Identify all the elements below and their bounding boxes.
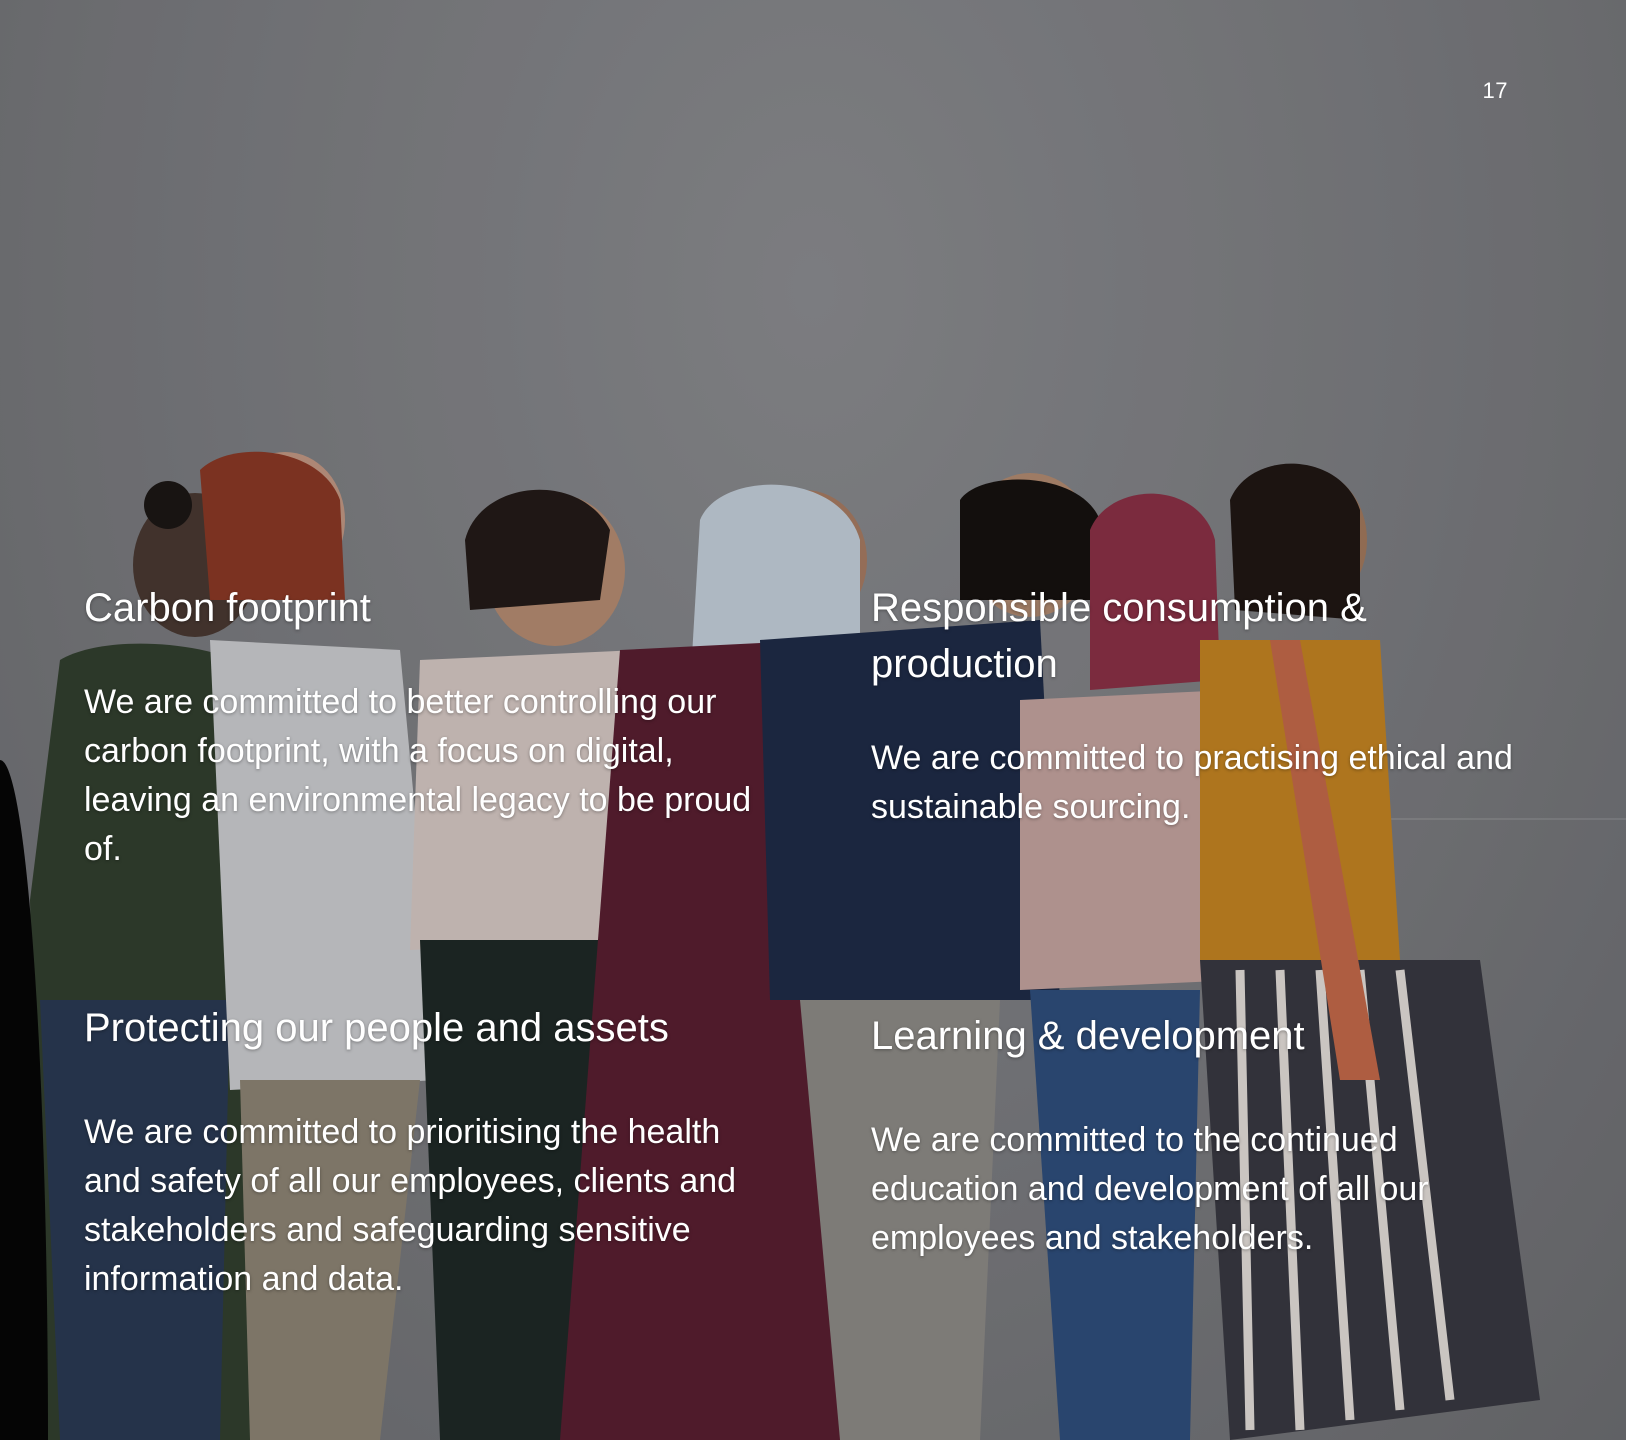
section-protecting-people: Protecting our people and assets We are … — [84, 1000, 764, 1304]
section-heading: Protecting our people and assets — [84, 1006, 669, 1050]
section-responsible-consumption: Responsible consumption & production We … — [871, 580, 1531, 832]
section-carbon-footprint: Carbon footprint We are committed to bet… — [84, 580, 764, 874]
section-heading: Learning & development — [871, 1014, 1305, 1058]
report-page: 17 Carbon footprint We are committed to … — [0, 0, 1626, 1440]
page-number: 17 — [1482, 78, 1508, 103]
section-learning-development: Learning & development We are committed … — [871, 1008, 1531, 1263]
section-heading: Carbon footprint — [84, 586, 371, 630]
section-body: We are committed to the continued educat… — [871, 1121, 1429, 1257]
section-heading: Responsible consumption & production — [871, 586, 1367, 686]
section-body: We are committed to prioritising the hea… — [84, 1113, 737, 1298]
section-body: We are committed to better controlling o… — [84, 683, 752, 868]
section-body: We are committed to practising ethical a… — [871, 739, 1513, 826]
